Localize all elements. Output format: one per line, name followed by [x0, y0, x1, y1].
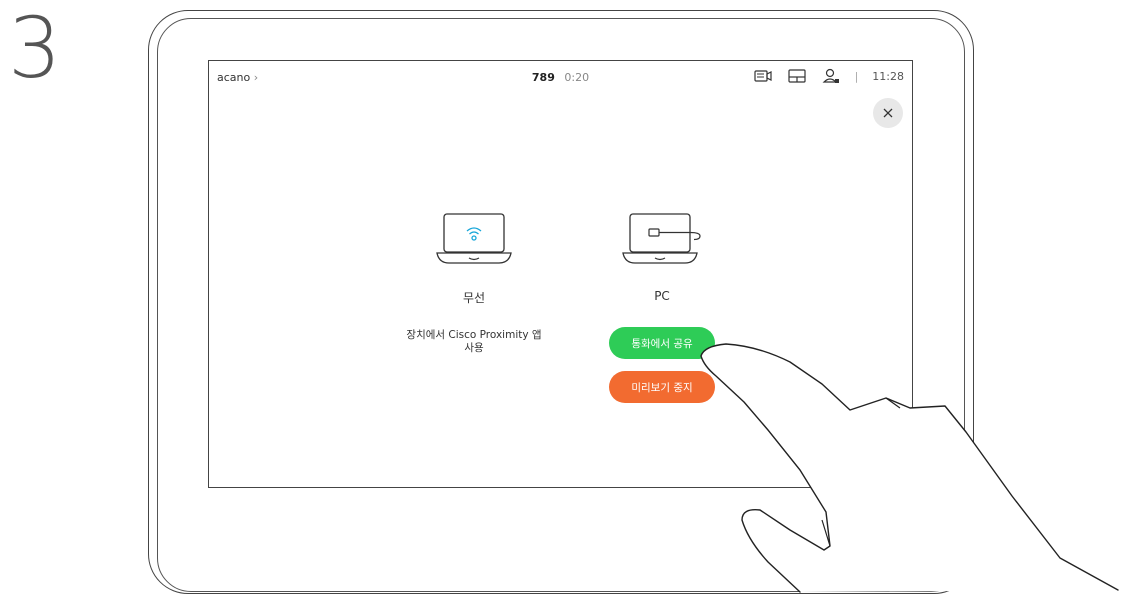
wireless-option[interactable]: 무선	[419, 211, 529, 306]
call-number: 789	[531, 71, 555, 84]
wireless-description-line1: 장치에서 Cisco Proximity 앱	[406, 329, 542, 341]
touch-screen: acano › 789 0:20 | 11:28 무선 장치에서 Cisco P…	[208, 60, 913, 488]
clock: 11:28	[872, 69, 904, 83]
stop-preview-button[interactable]: 미리보기 중지	[609, 371, 715, 403]
close-icon	[883, 108, 893, 118]
share-in-call-button[interactable]: 통화에서 공유	[609, 327, 715, 359]
status-separator: |	[854, 69, 859, 83]
camera-icon[interactable]	[753, 67, 773, 85]
pc-option[interactable]: PC	[607, 211, 717, 303]
wireless-description: 장치에서 Cisco Proximity 앱 사용	[379, 329, 569, 355]
close-button[interactable]	[873, 98, 903, 128]
laptop-wireless-icon	[436, 213, 512, 264]
wireless-label: 무선	[462, 291, 486, 305]
layout-icon[interactable]	[787, 67, 807, 85]
step-number: 3	[8, 0, 62, 97]
participants-icon[interactable]	[821, 67, 841, 85]
pc-label: PC	[654, 289, 670, 303]
call-duration: 0:20	[564, 71, 590, 84]
status-icons: | 11:28	[753, 67, 904, 85]
wireless-description-line2: 사용	[464, 342, 484, 354]
laptop-cable-icon	[622, 213, 701, 264]
status-bar: acano › 789 0:20 | 11:28	[209, 61, 912, 95]
